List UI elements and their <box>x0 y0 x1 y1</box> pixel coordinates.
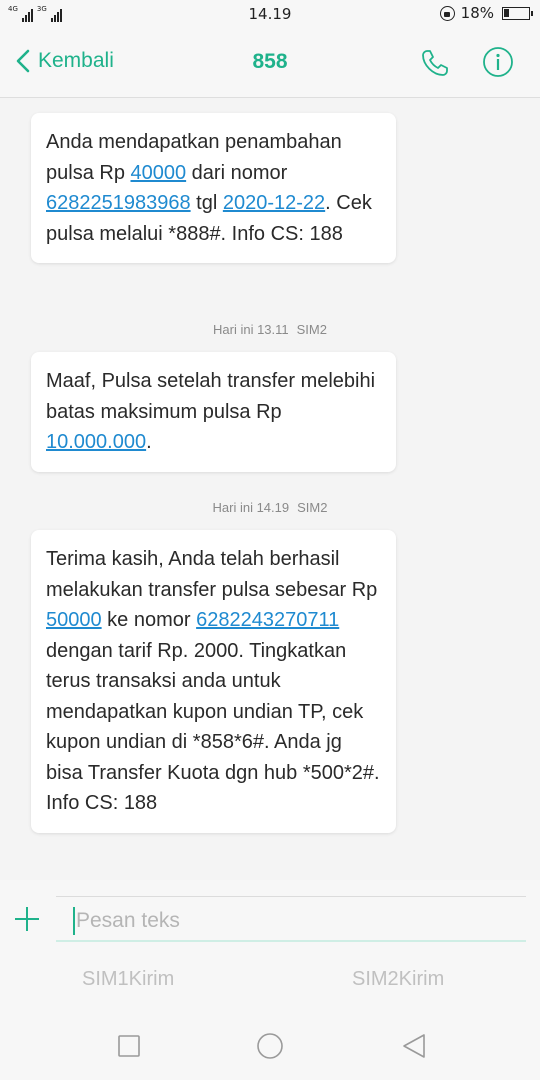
message-input-area[interactable] <box>56 896 526 942</box>
chevron-left-icon <box>16 49 30 73</box>
message-link[interactable]: 6282243270711 <box>196 609 339 631</box>
back-nav-icon[interactable] <box>398 1031 428 1061</box>
message-text: . <box>146 431 152 453</box>
message-link[interactable]: 10.000.000 <box>46 431 146 453</box>
battery-icon <box>502 6 533 20</box>
contact-title: 858 <box>252 50 288 73</box>
message-text: Maaf, Pulsa setelah transfer melebihi ba… <box>46 370 376 423</box>
sim-label: SIM2 <box>296 322 327 337</box>
message-thread[interactable]: Anda mendapatkan penambahan pulsa Rp 400… <box>0 99 540 880</box>
info-icon[interactable] <box>482 46 514 78</box>
navigation-bar <box>0 1027 540 1067</box>
message-link[interactable]: 40000 <box>131 162 187 184</box>
back-button[interactable]: Kembali <box>14 48 114 74</box>
plus-icon[interactable] <box>12 904 42 934</box>
send-sim1-button[interactable]: SIM1Kirim <box>82 968 174 991</box>
composer: SIM1Kirim SIM2Kirim <box>0 880 540 1080</box>
phone-call-icon[interactable] <box>420 48 450 78</box>
message-text: tgl <box>190 192 223 214</box>
battery-percent: 18% <box>460 4 494 22</box>
sim-label: SIM2 <box>297 500 328 515</box>
message-bubble[interactable]: Maaf, Pulsa setelah transfer melebihi ba… <box>31 352 396 472</box>
message-link[interactable]: 50000 <box>46 609 102 631</box>
message-bubble[interactable]: Anda mendapatkan penambahan pulsa Rp 400… <box>31 113 396 263</box>
message-link[interactable]: 2020-12-22 <box>223 192 325 214</box>
rotation-lock-icon <box>439 5 455 21</box>
conversation-header: Kembali 858 <box>0 28 540 98</box>
message-text: dari nomor <box>186 161 288 184</box>
message-timestamp: Hari ini 14.19 SIM2 <box>0 500 540 515</box>
timestamp-text: Hari ini 14.19 <box>212 500 290 515</box>
message-bubble[interactable]: Terima kasih, Anda telah berhasil melaku… <box>31 530 396 833</box>
timestamp-text: Hari ini 13.11 <box>213 322 289 337</box>
text-caret <box>73 907 75 935</box>
back-label: Kembali <box>38 49 114 72</box>
message-text: ke nomor <box>101 609 197 631</box>
message-text: Terima kasih, Anda telah berhasil melaku… <box>46 548 378 601</box>
send-sim2-button[interactable]: SIM2Kirim <box>352 968 444 991</box>
status-bar: 4G 3G 14.19 18% <box>0 0 540 28</box>
message-timestamp: Hari ini 13.11 SIM2 <box>0 322 540 337</box>
message-text: dengan tarif Rp. 2000. Tingkatkan terus … <box>46 639 380 815</box>
message-input[interactable] <box>76 906 506 936</box>
recents-icon[interactable] <box>114 1031 144 1061</box>
home-icon[interactable] <box>255 1031 285 1061</box>
message-link[interactable]: 6282251983968 <box>46 192 191 214</box>
